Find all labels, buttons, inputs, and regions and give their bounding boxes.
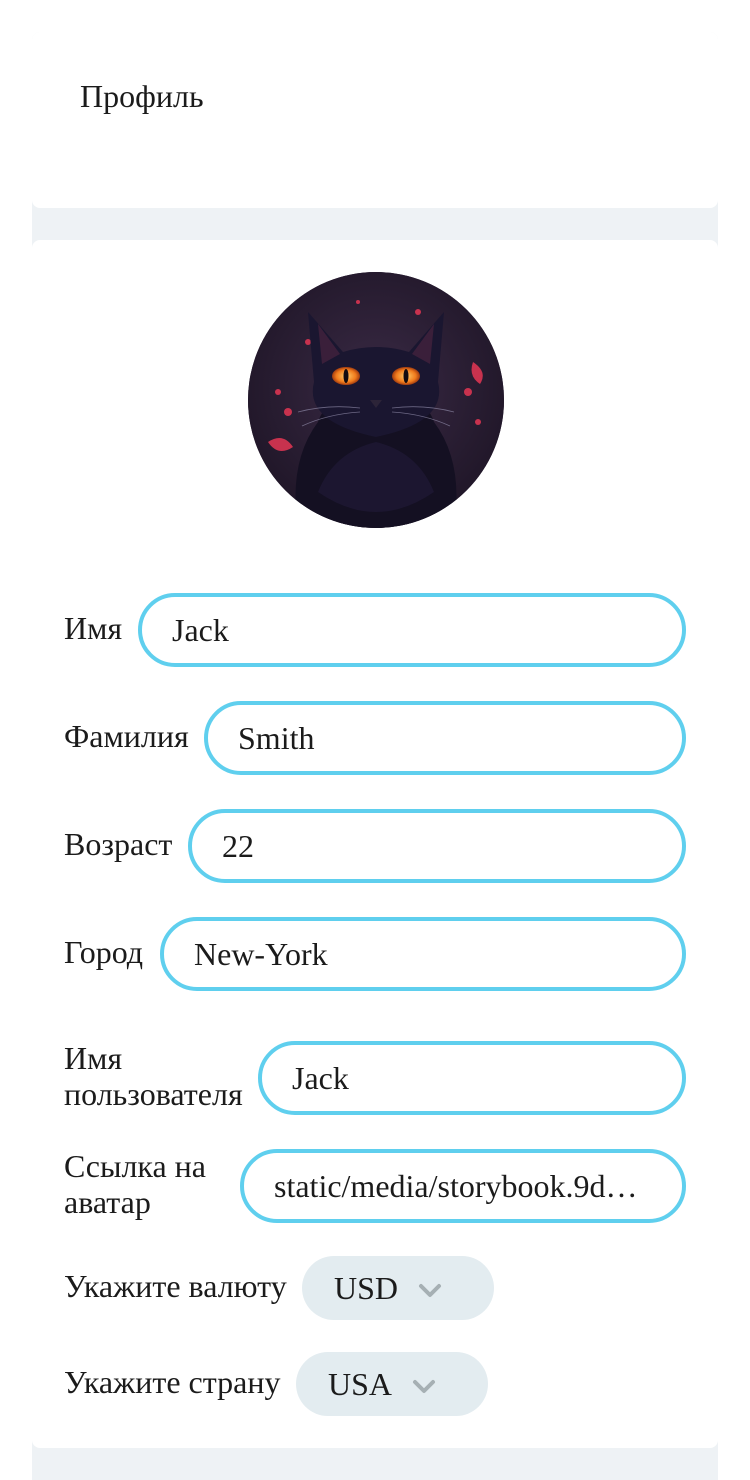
chevron-down-icon	[413, 1380, 435, 1393]
country-label: Укажите страну	[64, 1364, 281, 1400]
city-input[interactable]	[160, 917, 686, 991]
username-label: Имя пользователя	[64, 1040, 243, 1112]
header-card: Профиль	[32, 32, 718, 208]
username-input[interactable]	[258, 1041, 686, 1115]
age-input[interactable]	[188, 809, 686, 883]
currency-value: USD	[334, 1270, 399, 1306]
first-name-input[interactable]	[138, 593, 686, 667]
country-value: USA	[328, 1366, 393, 1402]
chevron-down-icon	[419, 1284, 441, 1297]
avatar-link-input[interactable]	[240, 1149, 686, 1223]
age-label: Возраст	[64, 826, 173, 862]
last-name-input[interactable]	[204, 701, 686, 775]
first-name-label: Имя	[64, 610, 123, 646]
country-select[interactable]: USA	[296, 1352, 488, 1416]
currency-select[interactable]: USD	[302, 1256, 494, 1320]
page-title: Профиль	[80, 78, 204, 114]
cat-avatar-image	[248, 272, 504, 528]
last-name-label: Фамилия	[64, 718, 189, 754]
avatar	[248, 272, 504, 528]
currency-label: Укажите валюту	[64, 1268, 287, 1304]
city-label: Город	[64, 934, 144, 970]
avatar-link-label: Ссылка на аватар	[64, 1148, 206, 1220]
